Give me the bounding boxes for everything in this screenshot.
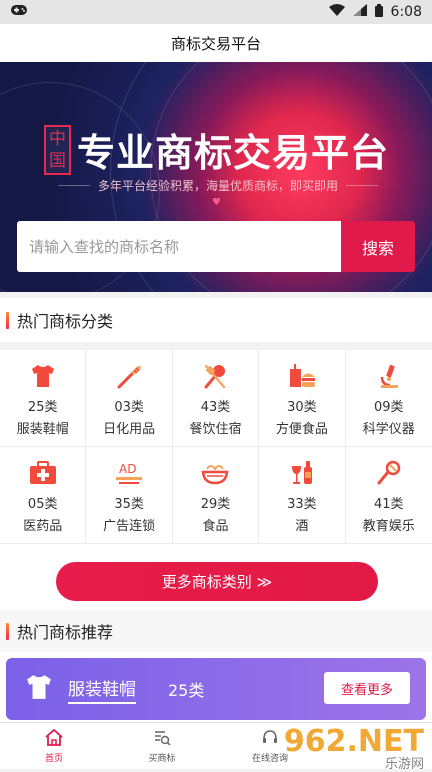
tab-label: 在线咨询	[251, 753, 288, 764]
bowl-icon	[201, 459, 229, 487]
category-name: 方便食品	[275, 422, 328, 437]
banner-subtitle-row: 多年平台经验积累，海量优质商标，即买即用	[58, 177, 379, 194]
gamepad-icon	[10, 4, 28, 20]
divider	[58, 185, 90, 186]
category-number: 33类	[287, 497, 317, 512]
category-name: 服装鞋帽	[16, 422, 69, 437]
battery-icon	[374, 3, 383, 21]
category-number: 09类	[374, 400, 404, 415]
category-name: 日化用品	[103, 422, 156, 437]
fastfood-icon	[288, 362, 316, 390]
tab-label: 首页	[44, 753, 63, 764]
banner-subtitle: 多年平台经验积累，海量优质商标，即买即用	[98, 179, 339, 193]
home-icon	[45, 728, 63, 749]
wine-icon	[288, 459, 316, 487]
app-title-bar: 商标交易平台	[0, 24, 432, 62]
recommend-card[interactable]: 服装鞋帽 25类 查看更多	[6, 658, 426, 720]
category-name: 餐饮住宿	[189, 422, 242, 437]
toothbrush-icon	[115, 362, 143, 390]
hot-recommend-header: 热门商标推荐	[0, 610, 432, 652]
banner-title: 专业商标交易平台	[77, 131, 390, 175]
shirt-icon	[24, 674, 54, 704]
category-grid: 25类 服装鞋帽 03类 日化用品 43类 餐饮住宿 30类 方便食品 09类 …	[0, 350, 432, 545]
category-name: 教育娱乐	[362, 519, 415, 534]
category-name: 食品	[202, 519, 229, 534]
medkit-icon	[29, 459, 57, 487]
category-number: 35类	[114, 497, 144, 512]
tab-label: 买商标	[148, 753, 176, 764]
divider	[346, 185, 379, 186]
utensils-icon	[201, 362, 229, 390]
category-30[interactable]: 30类 方便食品	[259, 350, 346, 447]
category-29[interactable]: 29类 食品	[172, 447, 260, 544]
search-input[interactable]: 请输入查找的商标名称	[17, 221, 341, 272]
hot-categories-header: 热门商标分类	[0, 298, 432, 342]
status-time: 6:08	[390, 4, 422, 20]
china-badge: 中 国	[44, 124, 71, 175]
search-list-icon	[153, 729, 171, 749]
category-number: 41类	[374, 497, 404, 512]
category-number: 43类	[200, 400, 231, 415]
category-41[interactable]: 41类 教育娱乐	[345, 447, 432, 544]
category-43[interactable]: 43类 餐饮住宿	[172, 350, 260, 447]
page-title: 商标交易平台	[170, 34, 261, 53]
view-more-button[interactable]: 查看更多	[324, 672, 410, 704]
ad-icon: AD	[115, 459, 143, 487]
category-09[interactable]: 09类 科学仪器	[345, 350, 432, 447]
microscope-icon	[375, 362, 403, 390]
svg-text:AD: AD	[119, 462, 136, 476]
section-title: 热门商标推荐	[17, 623, 114, 642]
recommend-name: 服装鞋帽	[68, 675, 136, 704]
category-name: 酒	[295, 519, 309, 534]
section-marker	[6, 622, 9, 640]
category-number: 29类	[200, 497, 231, 512]
microphone-icon	[375, 459, 403, 487]
more-categories-area: 更多商标类别 ≫	[0, 545, 432, 610]
category-number: 03类	[114, 400, 144, 415]
recommend-area: 服装鞋帽 25类 查看更多	[0, 652, 432, 722]
category-number: 30类	[287, 400, 317, 415]
headset-icon	[261, 729, 279, 749]
banner-title-group: 中 国 专业商标交易平台	[44, 122, 389, 177]
more-categories-button[interactable]: 更多商标类别 ≫	[56, 562, 378, 601]
search-bar: 请输入查找的商标名称 搜索	[17, 221, 415, 272]
section-title: 热门商标分类	[17, 312, 114, 331]
category-name: 广告连锁	[103, 519, 156, 534]
category-03[interactable]: 03类 日化用品	[86, 350, 173, 447]
badge-char: 国	[49, 150, 66, 171]
tab-home[interactable]: 首页	[0, 723, 108, 769]
badge-char: 中	[49, 128, 66, 149]
wifi-icon	[328, 4, 345, 20]
category-05[interactable]: 05类 医药品	[0, 447, 87, 544]
category-33[interactable]: 33类 酒	[259, 447, 346, 544]
site-watermark: 962.NET 乐游网	[284, 724, 424, 772]
section-marker	[6, 311, 9, 329]
status-bar: 6:08	[0, 0, 432, 24]
category-number: 25类	[27, 400, 58, 415]
shirt-icon	[29, 362, 57, 390]
category-25[interactable]: 25类 服装鞋帽	[0, 350, 87, 447]
tab-buy-trademark[interactable]: 买商标	[108, 723, 216, 769]
recommend-number: 25类	[168, 681, 205, 700]
search-button[interactable]: 搜索	[341, 221, 415, 272]
signal-icon	[352, 4, 367, 20]
category-name: 医药品	[23, 519, 63, 534]
category-35[interactable]: AD 35类 广告连锁	[86, 447, 173, 544]
category-name: 科学仪器	[362, 422, 415, 437]
category-number: 05类	[27, 497, 58, 512]
heart-icon: ♥	[212, 197, 221, 208]
